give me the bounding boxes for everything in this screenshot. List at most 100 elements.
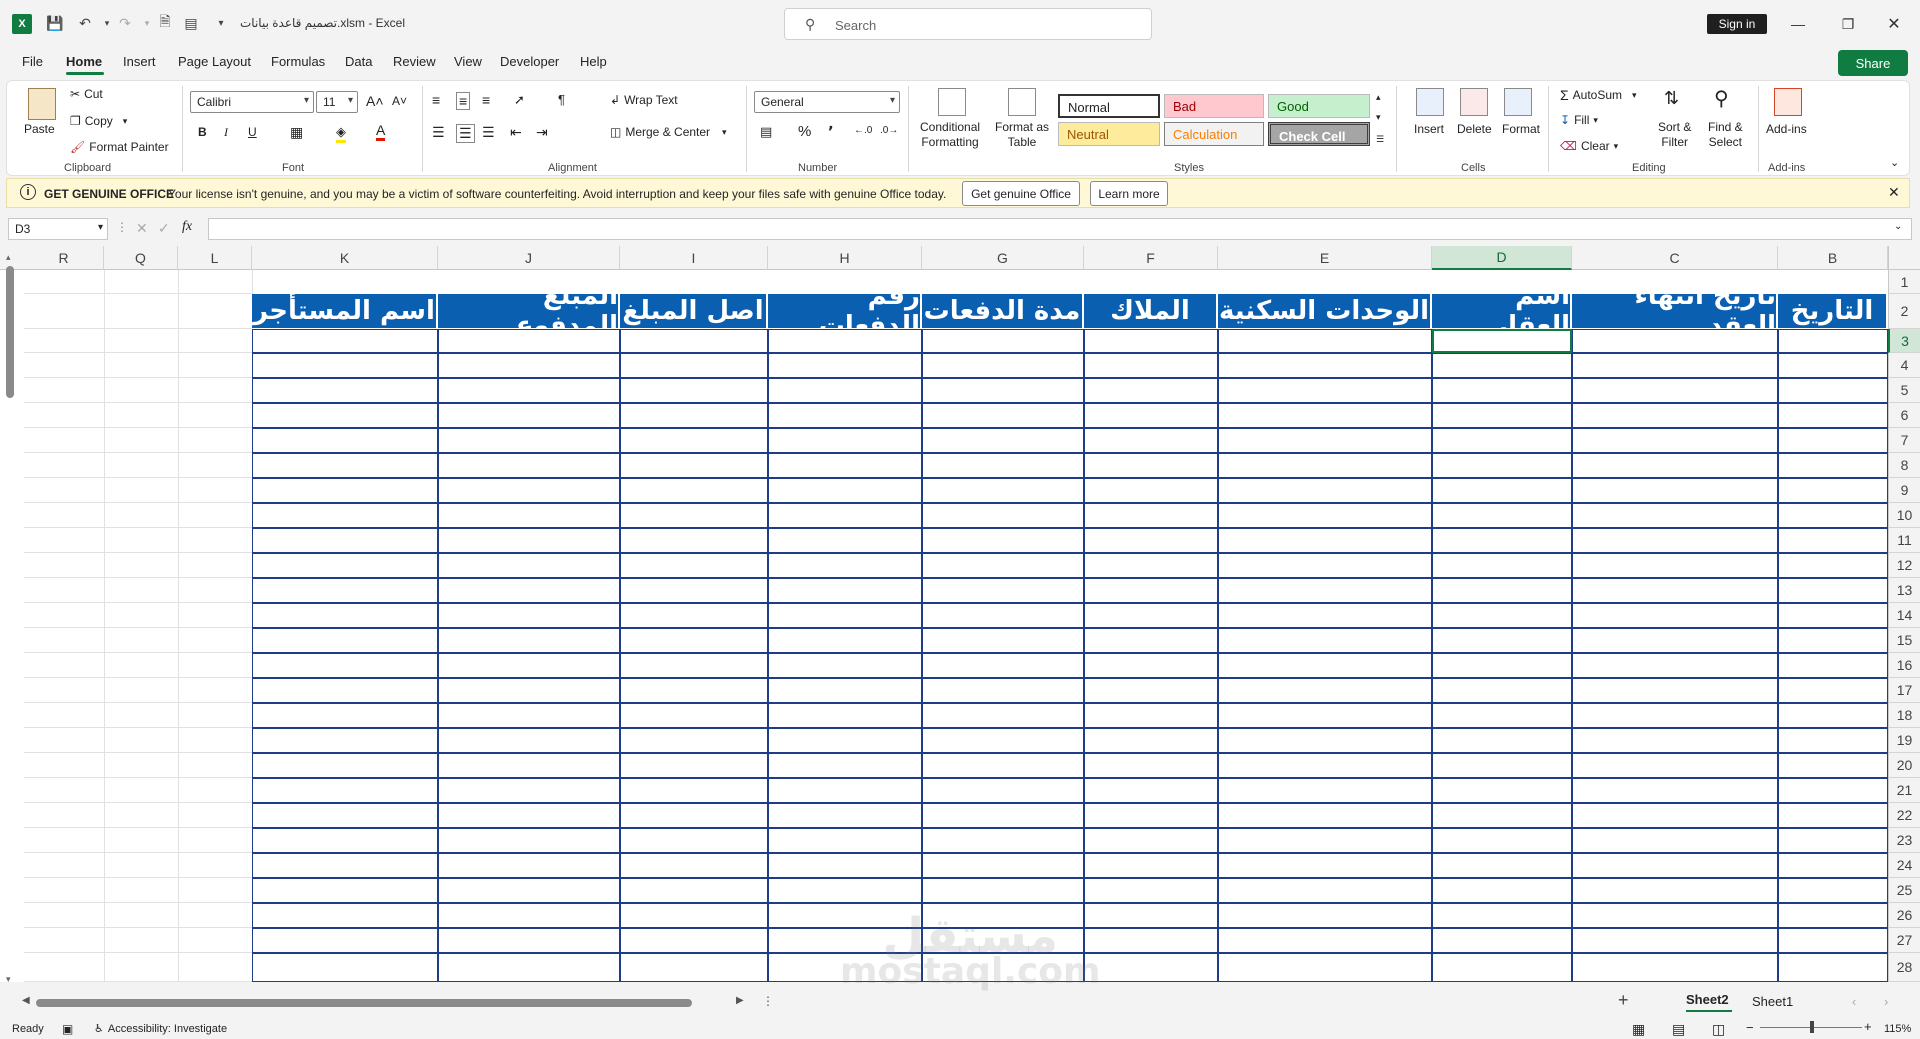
- confirm-entry-icon[interactable]: ✓: [158, 220, 170, 237]
- table-cell[interactable]: [1084, 329, 1218, 353]
- minimize-icon[interactable]: —: [1778, 12, 1818, 36]
- table-cell[interactable]: [438, 778, 620, 803]
- table-cell[interactable]: [1432, 703, 1572, 728]
- table-cell[interactable]: [438, 878, 620, 903]
- table-cell[interactable]: [1778, 678, 1888, 703]
- table-cell[interactable]: [620, 928, 768, 953]
- table-cell[interactable]: [1572, 403, 1778, 428]
- table-cell[interactable]: [252, 503, 438, 528]
- styles-more-icon[interactable]: ☰: [1376, 134, 1384, 145]
- table-cell[interactable]: [1778, 603, 1888, 628]
- row-header-13[interactable]: 13: [1888, 578, 1920, 603]
- table-cell[interactable]: [1218, 478, 1432, 503]
- table-cell[interactable]: [438, 553, 620, 578]
- table-cell[interactable]: [1432, 728, 1572, 753]
- expand-formula-bar-icon[interactable]: ⌄: [1894, 221, 1902, 232]
- table-cell[interactable]: [1778, 628, 1888, 653]
- row-header-24[interactable]: 24: [1888, 853, 1920, 878]
- table-cell[interactable]: [438, 678, 620, 703]
- table-cell[interactable]: [1084, 878, 1218, 903]
- table-cell[interactable]: [1432, 603, 1572, 628]
- table-cell[interactable]: [252, 453, 438, 478]
- row-header-14[interactable]: 14: [1888, 603, 1920, 628]
- close-icon[interactable]: ✕: [1874, 12, 1914, 36]
- table-cell[interactable]: [620, 403, 768, 428]
- table-cell[interactable]: [1778, 578, 1888, 603]
- align-middle-icon[interactable]: ≡: [456, 92, 471, 110]
- table-cell[interactable]: [1432, 353, 1572, 378]
- table-cell[interactable]: [1572, 553, 1778, 578]
- table-cell[interactable]: [1432, 403, 1572, 428]
- table-cell[interactable]: [1432, 503, 1572, 528]
- table-cell[interactable]: [1218, 903, 1432, 928]
- table-cell[interactable]: [1432, 953, 1572, 982]
- table-cell[interactable]: [1084, 603, 1218, 628]
- style-check-cell[interactable]: Check Cell: [1268, 122, 1370, 146]
- table-cell[interactable]: [252, 853, 438, 878]
- table-cell[interactable]: [768, 628, 922, 653]
- table-cell[interactable]: [438, 903, 620, 928]
- table-cell[interactable]: [1572, 953, 1778, 982]
- table-cell[interactable]: [1084, 753, 1218, 778]
- column-header-g[interactable]: G: [922, 246, 1084, 270]
- row-header-11[interactable]: 11: [1888, 528, 1920, 553]
- table-cell[interactable]: [1572, 503, 1778, 528]
- table-cell[interactable]: [1218, 878, 1432, 903]
- table-cell[interactable]: [252, 353, 438, 378]
- add-ins-icon[interactable]: [1774, 88, 1802, 116]
- table-cell[interactable]: [1778, 853, 1888, 878]
- select-all-corner[interactable]: [1888, 246, 1920, 270]
- table-cell[interactable]: [1432, 428, 1572, 453]
- table-cell[interactable]: [620, 378, 768, 403]
- zoom-out-icon[interactable]: −: [1746, 1020, 1754, 1035]
- table-cell[interactable]: [438, 803, 620, 828]
- table-cell[interactable]: [1778, 403, 1888, 428]
- table-cell[interactable]: [620, 778, 768, 803]
- restore-icon[interactable]: ❐: [1828, 12, 1868, 36]
- table-cell[interactable]: [1218, 378, 1432, 403]
- table-cell[interactable]: [438, 603, 620, 628]
- table-cell[interactable]: [768, 378, 922, 403]
- table-cell[interactable]: [1572, 828, 1778, 853]
- table-cell[interactable]: [252, 703, 438, 728]
- bold-icon[interactable]: B: [198, 125, 207, 139]
- table-cell[interactable]: [438, 353, 620, 378]
- table-cell[interactable]: [252, 903, 438, 928]
- table-cell[interactable]: [1084, 828, 1218, 853]
- table-cell[interactable]: [620, 603, 768, 628]
- row-header-9[interactable]: 9: [1888, 478, 1920, 503]
- table-cell[interactable]: [1218, 728, 1432, 753]
- table-cell[interactable]: [1432, 553, 1572, 578]
- form-icon[interactable]: ▤: [180, 12, 202, 34]
- table-cell[interactable]: [252, 329, 438, 353]
- format-as-table-button[interactable]: Format as Table: [995, 120, 1049, 150]
- table-cell[interactable]: [1572, 378, 1778, 403]
- row-header-19[interactable]: 19: [1888, 728, 1920, 753]
- normal-view-icon[interactable]: ▦: [1632, 1021, 1645, 1038]
- style-good[interactable]: Good: [1268, 94, 1370, 118]
- table-cell[interactable]: [768, 678, 922, 703]
- table-cell[interactable]: [922, 828, 1084, 853]
- table-cell[interactable]: [620, 453, 768, 478]
- table-cell[interactable]: [252, 653, 438, 678]
- sheet-tab-sheet2[interactable]: Sheet2: [1686, 992, 1729, 1007]
- table-cell[interactable]: [252, 478, 438, 503]
- table-cell[interactable]: [1572, 453, 1778, 478]
- align-bottom-icon[interactable]: ≡: [482, 92, 490, 108]
- table-cell[interactable]: [922, 353, 1084, 378]
- style-normal[interactable]: Normal: [1058, 94, 1160, 118]
- table-cell[interactable]: [1218, 578, 1432, 603]
- table-cell[interactable]: [1778, 528, 1888, 553]
- table-cell[interactable]: [922, 878, 1084, 903]
- table-cell[interactable]: [252, 753, 438, 778]
- table-cell[interactable]: [438, 953, 620, 982]
- table-cell[interactable]: [768, 803, 922, 828]
- table-cell[interactable]: [252, 778, 438, 803]
- table-cell[interactable]: [620, 428, 768, 453]
- table-cell[interactable]: [620, 678, 768, 703]
- horizontal-scrollbar-thumb[interactable]: [36, 999, 692, 1007]
- table-cell[interactable]: [1778, 428, 1888, 453]
- styles-scroll-down-icon[interactable]: ▾: [1376, 112, 1381, 123]
- page-break-view-icon[interactable]: ◫: [1712, 1021, 1725, 1038]
- table-cell[interactable]: [768, 478, 922, 503]
